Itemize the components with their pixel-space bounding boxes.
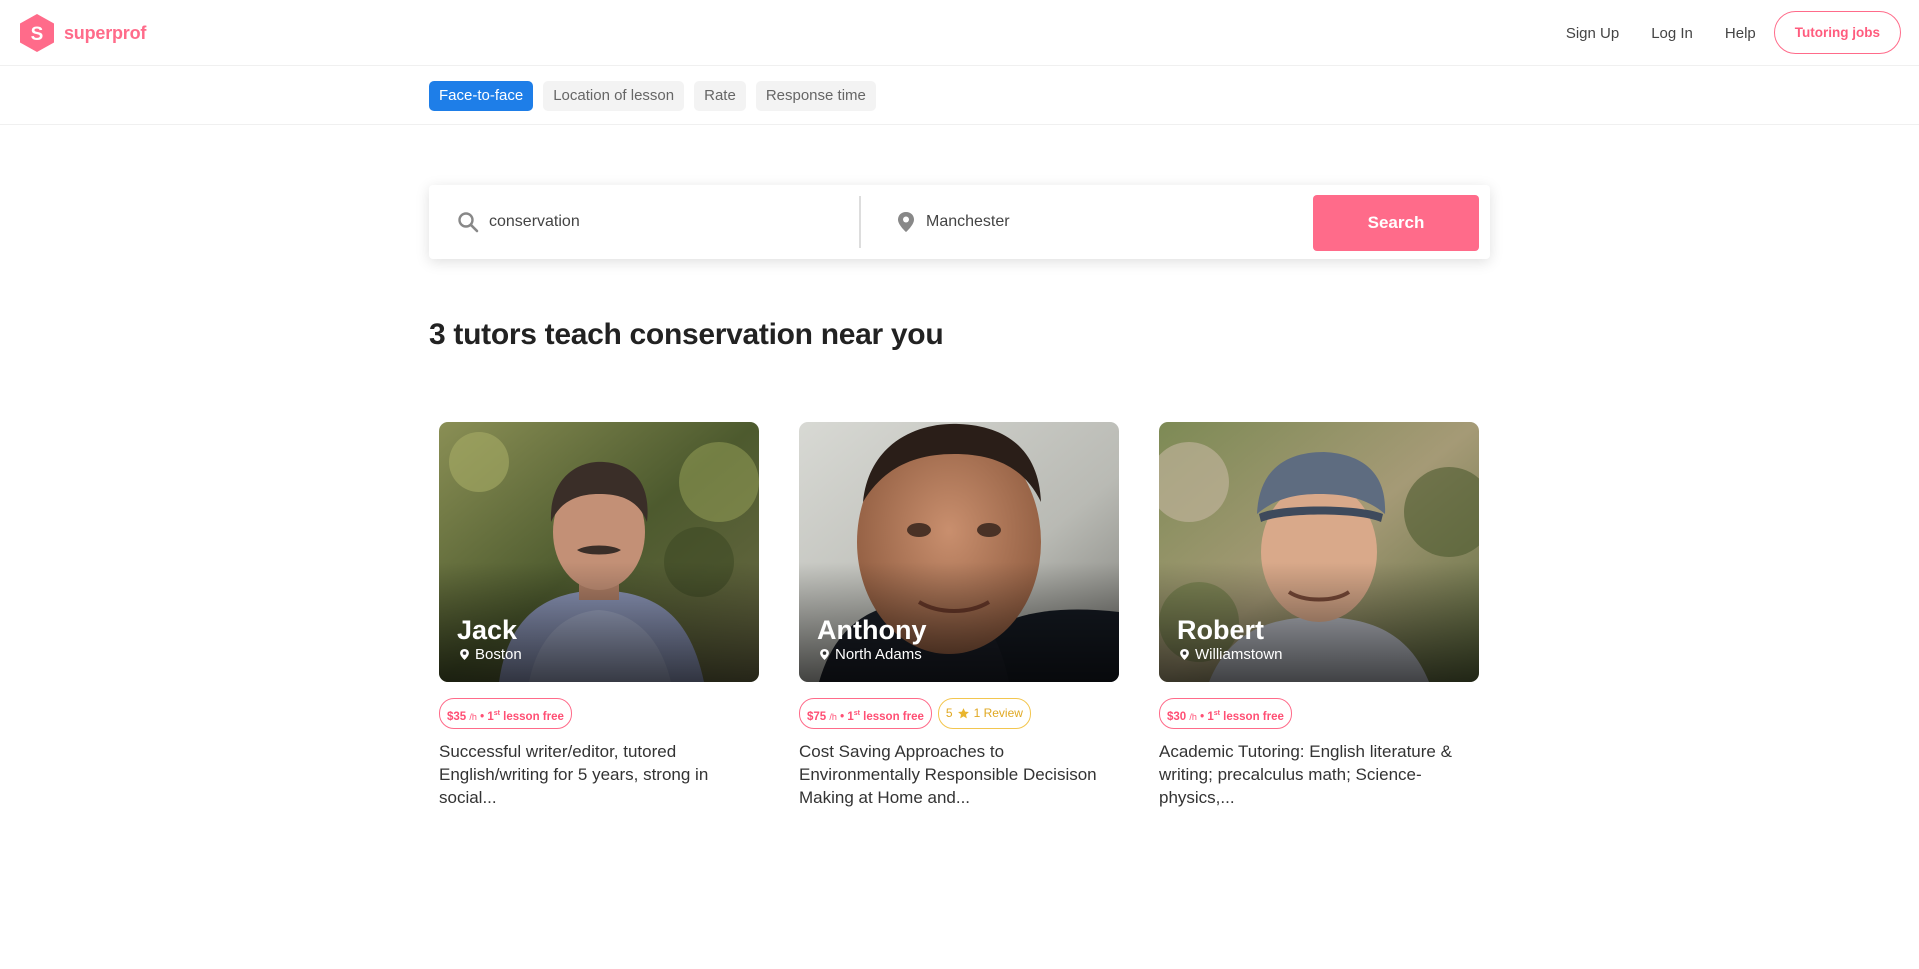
price-unit: /h xyxy=(829,711,837,722)
header-nav: Sign Up Log In Help Tutoring jobs xyxy=(1534,11,1901,54)
results-title: 3 tutors teach conservation near you xyxy=(429,318,944,351)
filter-rate[interactable]: Rate xyxy=(694,81,746,111)
price-unit: /h xyxy=(469,711,477,722)
logo-letter: S xyxy=(31,24,44,45)
tutor-city: Boston xyxy=(459,646,522,663)
logo-mark-icon: S xyxy=(20,14,54,52)
price-value: $75 xyxy=(807,710,827,723)
filter-face-to-face[interactable]: Face-to-face xyxy=(429,81,534,111)
price-badge: $30 /h • 1st lesson free xyxy=(1159,698,1292,729)
tutor-card-robert[interactable]: Robert Williamstown $30 /h • 1st lesson … xyxy=(1159,422,1479,809)
filter-location-of-lesson[interactable]: Location of lesson xyxy=(543,81,685,111)
tutor-name: Anthony xyxy=(817,615,927,645)
sign-up-link[interactable]: Sign Up xyxy=(1566,25,1619,42)
review-count: 1 Review xyxy=(973,706,1023,720)
tutor-name: Jack xyxy=(457,615,518,645)
superprof-logo[interactable]: S superprof xyxy=(18,13,146,53)
tutor-city-label: North Adams xyxy=(835,646,922,663)
search-button[interactable]: Search xyxy=(1313,195,1479,251)
rating-value: 5 xyxy=(945,706,953,720)
price-value: $35 xyxy=(447,710,467,723)
tutor-city-label: Williamstown xyxy=(1195,646,1283,663)
tutor-city: Williamstown xyxy=(1179,646,1283,663)
tutor-description[interactable]: Successful writer/editor, tutored Englis… xyxy=(439,740,759,809)
top-header: S superprof Sign Up Log In Help Tutoring… xyxy=(0,0,1919,66)
free-lesson-text: 1st lesson free xyxy=(487,710,564,723)
filter-response-time[interactable]: Response time xyxy=(755,81,876,111)
location-pin-icon xyxy=(820,649,829,660)
search-icon xyxy=(457,211,479,233)
price-badge: $35 /h • 1st lesson free xyxy=(439,698,572,729)
review-badge[interactable]: 5 1 Review xyxy=(937,698,1031,729)
tutor-photo[interactable]: Anthony North Adams xyxy=(799,422,1119,682)
filter-bar: Face-to-face Location of lesson Rate Res… xyxy=(0,66,1919,125)
tutor-badges: $35 /h • 1st lesson free xyxy=(439,698,759,729)
location-search-field[interactable]: Manchester xyxy=(896,185,1276,259)
tutor-badges: $75 /h • 1st lesson free 5 1 Review xyxy=(799,698,1119,729)
tutor-badges: $30 /h • 1st lesson free xyxy=(1159,698,1479,729)
tutor-photo[interactable]: Robert Williamstown xyxy=(1159,422,1479,682)
help-link[interactable]: Help xyxy=(1725,25,1756,42)
log-in-link[interactable]: Log In xyxy=(1651,25,1693,42)
location-pin-icon xyxy=(460,649,469,660)
search-bar: conservation Manchester Search xyxy=(429,185,1490,259)
price-value: $30 xyxy=(1167,710,1187,723)
tutor-card-anthony[interactable]: Anthony North Adams $75 /h • 1st lesson … xyxy=(799,422,1119,809)
tutoring-jobs-button[interactable]: Tutoring jobs xyxy=(1773,11,1901,54)
tutor-name: Robert xyxy=(1177,615,1264,645)
search-divider xyxy=(859,196,861,248)
free-lesson-text: 1st lesson free xyxy=(847,710,924,723)
price-unit: /h xyxy=(1189,711,1197,722)
location-pin-icon xyxy=(896,211,916,233)
tutor-description[interactable]: Cost Saving Approaches to Environmentall… xyxy=(799,740,1119,809)
star-icon xyxy=(957,708,969,719)
location-input-value: Manchester xyxy=(926,213,1010,230)
price-badge: $75 /h • 1st lesson free xyxy=(799,698,932,729)
tutor-city-label: Boston xyxy=(475,646,522,663)
location-pin-icon xyxy=(1180,649,1189,660)
free-lesson-text: 1st lesson free xyxy=(1207,710,1284,723)
subject-search-field[interactable]: conservation xyxy=(457,185,857,259)
tutor-card-jack[interactable]: Jack Boston $35 /h • 1st lesson free Suc… xyxy=(439,422,759,809)
tutor-photo[interactable]: Jack Boston xyxy=(439,422,759,682)
logo-text: superprof xyxy=(64,22,147,43)
tutor-city: North Adams xyxy=(819,646,922,663)
subject-input-value: conservation xyxy=(489,213,580,230)
tutor-description[interactable]: Academic Tutoring: English literature & … xyxy=(1159,740,1479,809)
